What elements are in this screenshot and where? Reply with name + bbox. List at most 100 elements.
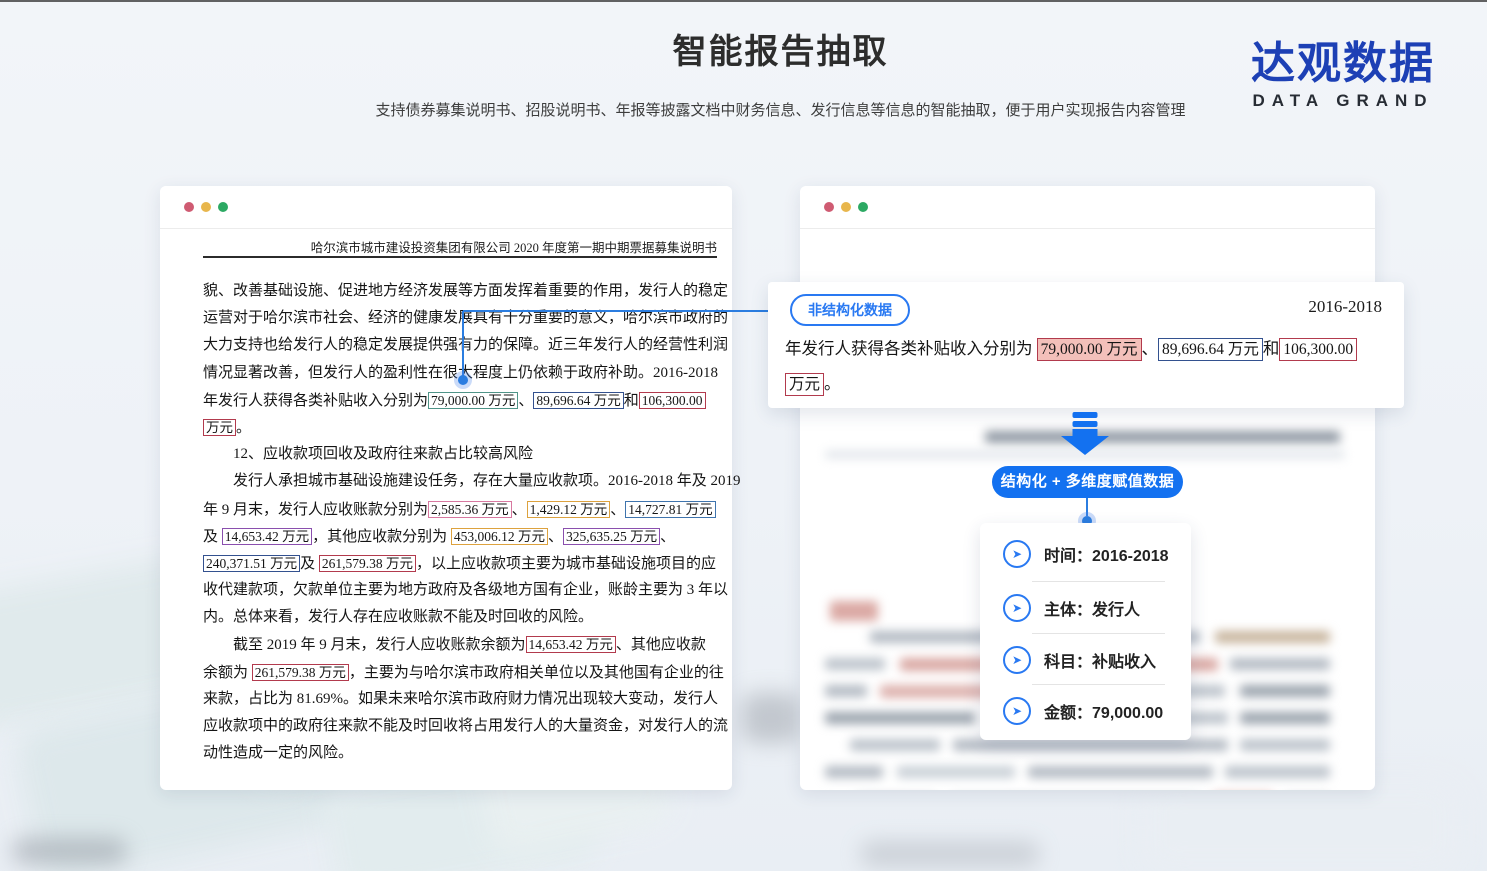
blurred-text-line	[825, 712, 975, 724]
field-text: 金额：79,000.00	[1044, 699, 1163, 723]
blurred-text-line	[825, 685, 867, 697]
period-label: 2016-2018	[1308, 297, 1382, 317]
extracted-value: 106,300.00	[1279, 338, 1357, 361]
text-segment: 动性造成一定的风险。	[203, 745, 353, 761]
window-minimize-icon	[201, 202, 211, 212]
field-text: 科目：补贴收入	[1044, 648, 1156, 672]
text-segment: 12、应收款项回收及政府往来款占比较高风险	[203, 446, 533, 462]
text-segment: 、	[518, 393, 533, 409]
extracted-sentence: 年发行人获得各类补贴收入分别为 79,000.00 万元、89,696.64 万…	[785, 331, 1357, 401]
structured-row-amount: ➤ 金额：79,000.00	[980, 684, 1191, 738]
arrow-right-icon: ➤	[1003, 540, 1031, 568]
field-value: 79,000.00	[1092, 705, 1163, 722]
text-segment: 大力支持也给发行人的稳定发展提供强有力的保障。近三年发行人的经营性利润	[203, 337, 728, 353]
field-label: 时间：	[1044, 548, 1092, 565]
down-arrow-icon	[1061, 412, 1109, 456]
text-segment: 、	[660, 529, 675, 545]
page: 智能报告抽取 支持债券募集说明书、招股说明书、年报等披露文档中财务信息、发行信息…	[0, 0, 1487, 871]
text-segment: 应收款项中的政府往来款不能及时回收将占用发行人的大量资金，对发行人的流	[203, 718, 728, 734]
window-minimize-icon	[841, 202, 851, 212]
connector-line-vertical	[462, 311, 464, 377]
window-titlebar	[800, 186, 1375, 229]
extracted-value: 89,696.64 万元	[533, 392, 623, 409]
document-text-line: 动性造成一定的风险。	[203, 740, 721, 767]
text-segment: 年 9 月末，发行人应收账款分别为	[203, 502, 428, 518]
text-segment: 、	[610, 502, 625, 518]
blurred-text-line	[1240, 712, 1330, 724]
text-segment: 余额为	[203, 665, 252, 681]
document-text-line: 内。总体来看，发行人存在应收账款不能及时回收的风险。	[203, 604, 721, 631]
window-titlebar	[160, 186, 732, 229]
document-text-line: 貌、改善基础设施、促进地方经济发展等方面发挥着重要的作用，发行人的稳定	[203, 278, 721, 305]
window-maximize-icon	[218, 202, 228, 212]
extracted-value: 106,300.00	[639, 392, 706, 409]
document-text-line: 年发行人获得各类补贴收入分别为 79,000.00 万元、89,696.64 万…	[785, 331, 1357, 366]
blurred-text-line	[897, 766, 1015, 778]
window-maximize-icon	[858, 202, 868, 212]
blurred-text-line	[1240, 739, 1330, 751]
text-segment: 。	[824, 374, 841, 393]
blurred-text-line	[830, 601, 878, 621]
extracted-value: 89,696.64 万元	[1158, 338, 1263, 361]
extracted-value: 14,727.81 万元	[625, 501, 715, 518]
text-segment: ，其他应收款分别为	[312, 529, 451, 545]
blurred-text-line	[1215, 631, 1330, 643]
extracted-value: 261,579.38 万元	[252, 664, 349, 681]
field-value: 发行人	[1092, 602, 1140, 619]
text-segment: 内。总体来看，发行人存在应收账款不能及时回收的风险。	[203, 609, 593, 625]
blurred-text-line	[825, 658, 885, 670]
logo-chinese-name: 达观数据	[1251, 40, 1435, 88]
extracted-value: 325,635.25 万元	[563, 528, 660, 545]
document-text-line: 余额为 261,579.38 万元，主要为与哈尔滨市政府相关单位以及其他国有企业…	[203, 659, 721, 686]
left-document-window: 哈尔滨市城市建设投资集团有限公司 2020 年度第一期中期票据募集说明书 貌、改…	[160, 186, 732, 790]
background-smudge	[12, 838, 127, 864]
text-segment: 和	[624, 393, 639, 409]
window-close-icon	[184, 202, 194, 212]
arrow-right-icon: ➤	[1003, 697, 1031, 725]
unstructured-data-pill[interactable]: 非结构化数据	[790, 294, 910, 326]
blurred-text-line	[1230, 658, 1330, 670]
field-text: 时间：2016-2018	[1044, 542, 1169, 566]
extracted-value: 79,000.00 万元	[1037, 338, 1142, 361]
text-segment: 收代建款项，欠款单位主要为地方政府及各级地方国有企业，账龄主要为 3 年以	[203, 582, 728, 598]
blurred-text-line	[1028, 766, 1213, 778]
extracted-value: 79,000.00 万元	[428, 392, 518, 409]
extracted-value: 453,006.12 万元	[451, 528, 548, 545]
window-controls	[184, 202, 228, 212]
blurred-text-line	[953, 739, 1228, 751]
structured-data-button[interactable]: 结构化 + 多维度赋值数据	[992, 466, 1183, 498]
blurred-text-line	[1240, 685, 1330, 697]
document-text-line: 12、应收款项回收及政府往来款占比较高风险	[203, 441, 721, 468]
extracted-value: 261,579.38 万元	[319, 555, 416, 572]
connector-anchor-dot	[454, 371, 472, 389]
field-label: 金额：	[1044, 705, 1092, 722]
text-segment: 及	[203, 529, 222, 545]
unstructured-data-card: 非结构化数据 2016-2018 年发行人获得各类补贴收入分别为 79,000.…	[768, 282, 1404, 408]
extracted-value: 万元	[785, 373, 824, 396]
field-value: 补贴收入	[1092, 654, 1156, 671]
structured-row-subject: ➤ 主体：发行人	[980, 581, 1191, 635]
background-smudge	[742, 693, 800, 743]
document-text-line: 万元。	[785, 366, 1357, 401]
arrow-right-icon: ➤	[1003, 594, 1031, 622]
arrow-right-icon: ➤	[1003, 646, 1031, 674]
text-segment: 貌、改善基础设施、促进地方经济发展等方面发挥着重要的作用，发行人的稳定	[203, 283, 728, 299]
document-text-line: 来款，占比为 81.69%。如果未来哈尔滨市政府财力情况出现较大变动，发行人	[203, 686, 721, 713]
top-border-line	[0, 0, 1487, 2]
text-segment: 发行人承担城市基础设施建设任务，存在大量应收款项。2016-2018 年及 20…	[203, 473, 741, 489]
text-segment: 及	[300, 556, 319, 572]
text-segment: 年发行人获得各类补贴收入分别为	[785, 339, 1037, 358]
text-segment: ，以上应收款项主要为城市基础设施项目的应	[416, 556, 716, 572]
blurred-text-line	[1225, 766, 1330, 778]
field-value: 2016-2018	[1092, 548, 1169, 565]
connector-line-horizontal	[463, 310, 773, 312]
extracted-value: 1,429.12 万元	[527, 501, 611, 518]
extracted-value: 万元	[203, 419, 236, 436]
text-segment: 和	[1263, 339, 1280, 358]
blurred-text-line	[825, 766, 883, 778]
text-segment: 、其他应收款	[616, 637, 706, 653]
document-text-line: 240,371.51 万元及 261,579.38 万元，以上应收款项主要为城市…	[203, 550, 721, 577]
text-segment: 、	[512, 502, 527, 518]
text-segment: 截至 2019 年 9 月末，发行人应收账款余额为	[203, 637, 526, 653]
datagrand-logo: 达观数据 DATA GRAND	[1251, 40, 1435, 111]
